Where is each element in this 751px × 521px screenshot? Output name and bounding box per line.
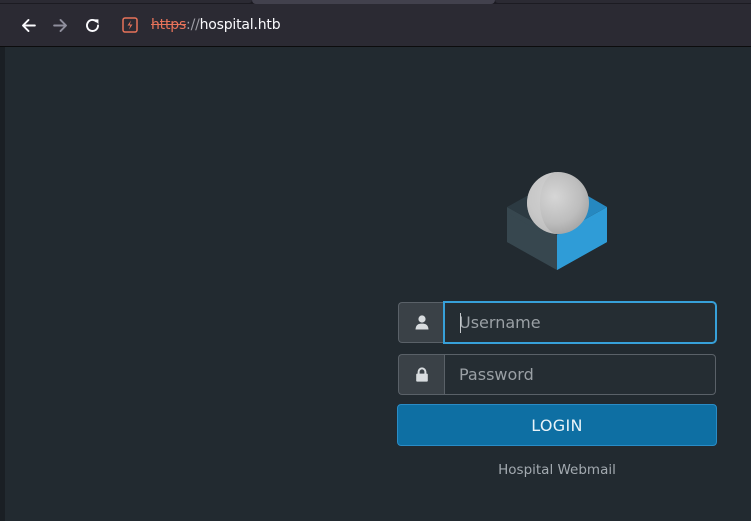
tab-left[interactable] (0, 0, 252, 3)
reload-button[interactable] (77, 10, 107, 40)
username-input[interactable] (444, 302, 716, 343)
roundcube-logo (507, 172, 607, 270)
url-separator: :// (186, 17, 200, 33)
url-host: hospital.htb (199, 17, 281, 33)
arrow-left-icon (21, 18, 36, 32)
text-caret (460, 313, 461, 333)
password-input[interactable] (444, 354, 716, 395)
insecure-connection-icon[interactable] (122, 17, 138, 33)
browser-toolbar: https://hospital.htb (0, 4, 751, 47)
url-scheme: https (151, 17, 187, 33)
url-bar[interactable]: https://hospital.htb (113, 9, 751, 41)
arrow-right-icon (52, 18, 67, 32)
user-icon (415, 315, 428, 330)
product-name: Hospital Webmail (498, 462, 616, 478)
tab-right[interactable] (495, 0, 751, 3)
page-left-edge (0, 47, 5, 521)
username-row (398, 302, 716, 343)
password-row (398, 354, 716, 395)
forward-button[interactable] (45, 10, 75, 40)
reload-icon (85, 18, 99, 32)
username-addon (398, 302, 444, 343)
login-button[interactable]: LOGIN (397, 404, 717, 446)
lock-icon (415, 367, 428, 382)
password-addon (398, 354, 444, 395)
page-viewport (0, 47, 751, 521)
url-text[interactable]: https://hospital.htb (151, 17, 281, 33)
back-button[interactable] (13, 10, 43, 40)
